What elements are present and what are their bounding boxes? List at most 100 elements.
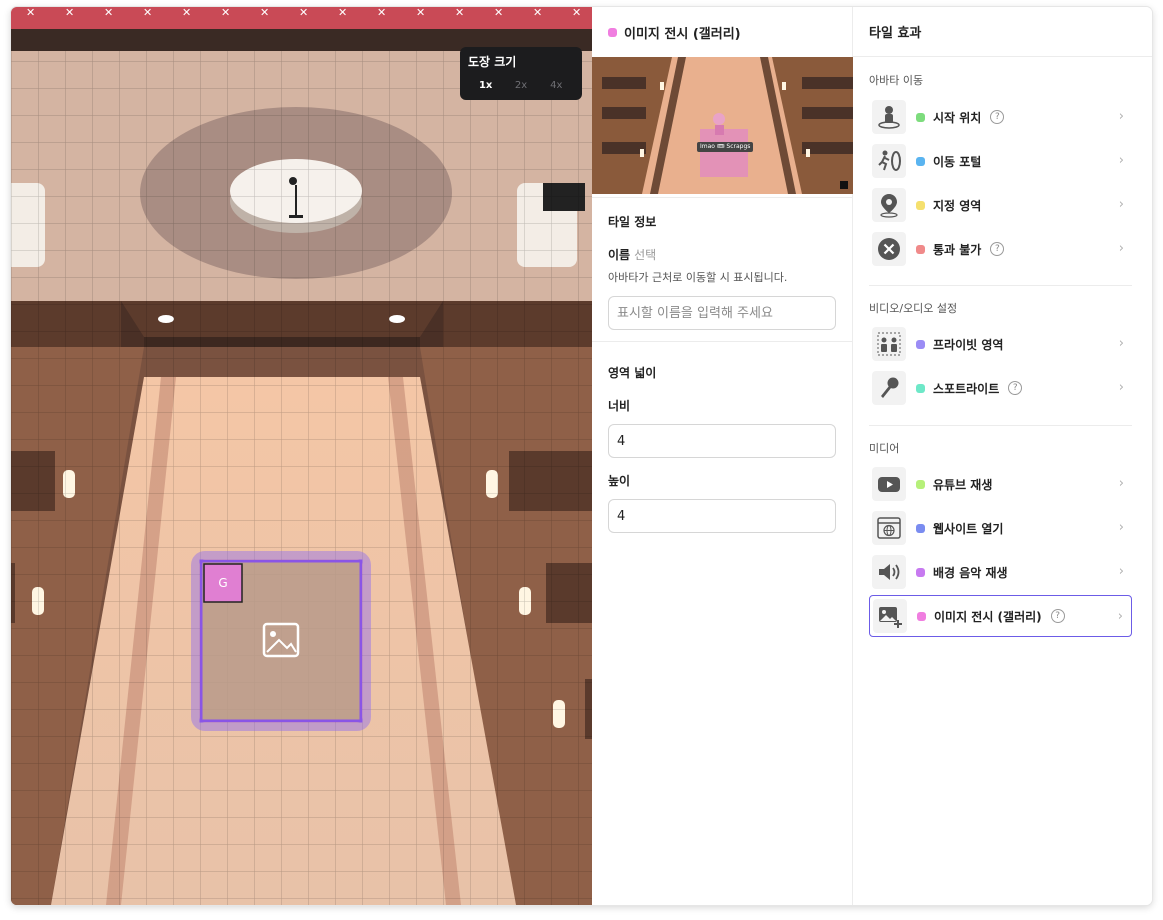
website-icon [872,511,906,545]
brush-size-4x[interactable]: 4x [539,80,574,91]
chevron-right-icon: › [1118,564,1124,579]
effect-impassable[interactable]: 통과 불가 ? › [869,228,1132,270]
app-window: ✕ ✕ ✕ ✕ ✕ ✕ ✕ ✕ ✕ ✕ ✕ ✕ ✕ ✕ ✕ G 도장 크기 1x… [11,7,1152,905]
group-title-video-audio: 비디오/오디오 설정 [869,302,958,315]
preview-scene [592,57,853,194]
location-pin-icon [872,188,906,222]
chevron-right-icon: › [1118,476,1124,491]
svg-text:✕: ✕ [104,7,113,19]
effect-designated-area[interactable]: 지정 영역 › [869,184,1132,226]
name-input[interactable] [608,296,836,330]
blocked-icon [872,232,906,266]
effect-color-dot [916,339,925,349]
tile-effects-title: 타일 효과 [853,7,1152,57]
svg-text:✕: ✕ [182,7,191,19]
area-size-section: 영역 넓이 너비 높이 [592,364,853,533]
effect-color-dot [916,567,925,577]
effect-label: 웹사이트 열기 [933,521,1004,536]
speaker-icon [872,555,906,589]
svg-text:✕: ✕ [572,7,581,19]
name-hint: 아바타가 근처로 이동할 시 표시됩니다. [608,271,788,284]
brush-size-title: 도장 크기 [468,55,517,69]
effect-website[interactable]: 웹사이트 열기 › [869,507,1132,549]
map-canvas[interactable]: ✕ ✕ ✕ ✕ ✕ ✕ ✕ ✕ ✕ ✕ ✕ ✕ ✕ ✕ ✕ G 도장 크기 1x… [11,7,592,905]
map-scene: ✕ ✕ ✕ ✕ ✕ ✕ ✕ ✕ ✕ ✕ ✕ ✕ ✕ ✕ ✕ [11,7,592,905]
chevron-right-icon: › [1118,197,1124,212]
help-icon[interactable]: ? [1008,381,1023,395]
svg-text:✕: ✕ [299,7,308,19]
effect-label: 시작 위치 [933,110,982,125]
height-input[interactable] [608,499,836,533]
image-add-icon [873,599,907,633]
portal-icon [872,144,906,178]
svg-text:✕: ✕ [65,7,74,19]
effect-image-gallery[interactable]: 이미지 전시 (갤러리) ? › [869,595,1132,637]
brush-size-panel: 도장 크기 1x 2x 4x [460,47,582,100]
chevron-right-icon: › [1118,336,1124,351]
effect-start-position[interactable]: 시작 위치 ? › [869,96,1132,138]
effect-label: 프라이빗 영역 [933,337,1004,352]
tile-color-dot [608,27,617,37]
divider [869,285,1132,286]
tile-info-title: 타일 정보 [608,215,657,229]
brush-size-options: 1x 2x 4x [468,80,574,91]
brush-size-2x[interactable]: 2x [503,80,538,91]
effect-label: 배경 음악 재생 [933,565,1008,580]
svg-text:✕: ✕ [377,7,386,19]
chevron-right-icon: › [1118,520,1124,535]
effect-color-dot [917,611,926,621]
chevron-right-icon: › [1118,380,1124,395]
svg-text:✕: ✕ [416,7,425,19]
tile-info-section: 타일 정보 이름 선택 아바타가 근처로 이동할 시 표시됩니다. [592,213,853,330]
height-label: 높이 [608,474,631,488]
svg-text:✕: ✕ [143,7,152,19]
effect-portal[interactable]: 이동 포털 › [869,140,1132,182]
width-input[interactable] [608,424,836,458]
effect-color-dot [916,523,925,533]
effect-spotlight[interactable]: 스포트라이트 ? › [869,367,1132,409]
chevron-right-icon: › [1118,241,1124,256]
help-icon[interactable]: ? [1050,609,1065,623]
svg-text:✕: ✕ [260,7,269,19]
effect-label: 유튜브 재생 [933,477,993,492]
effect-color-dot [916,244,925,254]
effect-private-area[interactable]: 프라이빗 영역 › [869,323,1132,365]
tile-effects-panel: 타일 효과 아바타 이동 시작 위치 ? › 이동 포털 › 지정 영역 › 통… [853,7,1152,905]
microphone-icon [872,371,906,405]
svg-text:✕: ✕ [338,7,347,19]
svg-text:✕: ✕ [494,7,503,19]
width-label: 너비 [608,399,631,413]
private-area-icon [872,327,906,361]
youtube-play-icon [872,467,906,501]
effect-color-dot [916,112,925,122]
tile-detail-panel: 이미지 전시 (갤러리) Imao 🎟 Scrapgs 타일 정보 이름 선택 … [592,7,853,905]
effect-background-music[interactable]: 배경 음악 재생 › [869,551,1132,593]
divider [592,197,853,198]
effect-label: 스포트라이트 [933,381,1000,396]
name-optional-label: 선택 [634,248,657,262]
svg-text:✕: ✕ [455,7,464,19]
divider [592,341,853,342]
divider [869,425,1132,426]
effect-color-dot [916,383,925,393]
tile-detail-title: 이미지 전시 (갤러리) [624,26,741,42]
svg-text:✕: ✕ [26,7,35,19]
help-icon[interactable]: ? [990,242,1005,256]
chevron-right-icon: › [1118,109,1124,124]
avatar-nameplate: Imao 🎟 Scrapgs [697,142,754,152]
gallery-tile-marker[interactable]: G [204,564,242,602]
svg-text:✕: ✕ [533,7,542,19]
effect-color-dot [916,479,925,489]
effect-label: 이동 포털 [933,154,982,169]
svg-text:✕: ✕ [221,7,230,19]
area-size-title: 영역 넓이 [608,366,657,380]
effect-label: 통과 불가 [933,242,982,257]
brush-size-1x[interactable]: 1x [468,80,503,91]
tile-preview: Imao 🎟 Scrapgs [592,57,853,194]
effect-color-dot [916,200,925,210]
avatar-spawn-icon [872,100,906,134]
effect-label: 지정 영역 [933,198,982,213]
effect-youtube[interactable]: 유튜브 재생 › [869,463,1132,505]
help-icon[interactable]: ? [990,110,1005,124]
chevron-right-icon: › [1117,609,1123,624]
